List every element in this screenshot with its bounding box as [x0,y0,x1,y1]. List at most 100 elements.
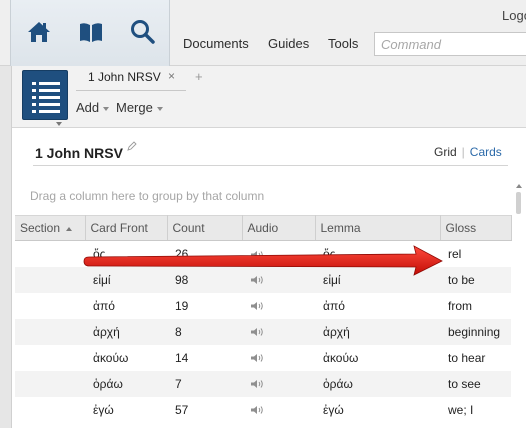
menu-guides[interactable]: Guides [268,36,309,51]
card-front-cell: ἀπό [93,298,115,313]
section-cell [15,370,85,397]
section-cell [15,318,85,345]
speaker-icon[interactable] [250,405,264,415]
section-cell [15,266,85,293]
audio-cell[interactable] [242,293,315,319]
audio-cell[interactable] [242,241,315,267]
column-header-label: Section [20,221,61,235]
menu-tools[interactable]: Tools [328,36,358,51]
tab-1-john-nrsv[interactable]: 1 John NRSV × [76,66,184,90]
speaker-icon[interactable] [250,250,264,260]
sort-ascending-icon [66,226,73,231]
column-header-count[interactable]: Count [167,215,243,241]
card-front-cell: ὁράω [85,370,167,397]
section-cell [15,397,85,423]
chevron-down-icon [156,106,163,111]
count-cell: 8 [167,318,242,345]
column-header-label: Audio [247,221,279,235]
column-header-audio[interactable]: Audio [242,215,316,241]
library-icon[interactable] [77,18,105,46]
grid-view-link[interactable]: Grid [434,145,457,159]
gloss-cell: we; I [448,402,474,417]
list-icon [32,82,60,113]
chevron-down-icon [103,106,110,111]
app-icon-bar [10,0,170,66]
speaker-icon[interactable] [250,379,264,389]
scrollbar-thumb[interactable] [516,192,521,214]
speaker-icon[interactable] [250,353,264,363]
audio-cell[interactable] [242,397,315,423]
table-row[interactable]: ὁράω 7 ὁράω to see [15,370,511,397]
section-cell [15,241,85,267]
document-tab-strip: 1 John NRSV × + Add Merge [12,66,526,128]
app-top-bar: Documents Guides Tools Logo [0,0,526,66]
count-cell: 98 [167,266,242,293]
card-front-cell: ἀκούω [93,350,129,365]
column-header-label: Count [172,221,205,235]
column-header-card-front[interactable]: Card Front [85,215,168,241]
table-body: ὅς 26 ὅς rel εἰμί 98 εἰμί to be ἀπό 19 ἀπό from ἀρχή… [15,241,511,423]
section-cell [15,345,85,371]
search-icon[interactable] [129,18,157,46]
column-header-label: Card Front [90,221,148,235]
column-header-lemma[interactable]: Lemma [315,215,441,241]
add-button[interactable]: Add [76,100,110,115]
lemma-cell: εἰμί [315,266,440,293]
home-icon[interactable] [25,18,53,46]
cards-view-link[interactable]: Cards [470,145,502,159]
title-underline [33,165,508,166]
logo-text: Logo [502,8,526,23]
audio-cell[interactable] [242,370,315,397]
lemma-cell: ἐγώ [323,402,344,417]
count-cell: 14 [175,350,189,365]
lemma-cell: ἀπό [323,298,345,313]
audio-cell[interactable] [242,318,315,345]
tab-underline [76,90,186,91]
table-row[interactable]: ἀρχή 8 ἀρχή beginning [15,318,511,345]
card-front-cell: ὅς [93,246,106,261]
document-title[interactable]: 1 John NRSV [35,145,123,161]
audio-cell[interactable] [242,345,315,371]
table-row[interactable]: ὅς 26 ὅς rel [15,241,511,267]
speaker-icon[interactable] [250,301,264,311]
close-icon[interactable]: × [168,69,175,83]
table-row[interactable]: εἰμί 98 εἰμί to be [15,266,511,293]
menu-documents[interactable]: Documents [183,36,249,51]
column-header-label: Gloss [445,221,477,235]
column-header-gloss[interactable]: Gloss [440,215,512,241]
speaker-icon[interactable] [250,327,264,337]
table-row[interactable]: ἐγώ 57 ἐγώ we; I [15,397,511,423]
tab-title: 1 John NRSV [88,70,161,84]
gloss-cell: to be [440,266,511,293]
left-panel-strip [0,66,12,428]
section-cell [15,293,85,319]
table-row[interactable]: ἀπό 19 ἀπό from [15,293,511,319]
table-row[interactable]: ἀκούω 14 ἀκούω to hear [15,345,511,371]
gloss-cell: beginning [440,318,511,345]
panel-menu-button[interactable] [22,70,68,120]
speaker-icon[interactable] [250,275,264,285]
card-front-cell: ἐγώ [93,402,114,417]
count-cell: 26 [175,246,189,261]
group-by-drop-zone[interactable]: Drag a column here to group by that colu… [30,189,264,203]
document-panel: 1 John NRSV Grid | Cards Drag a column her… [13,128,526,428]
view-separator: | [461,145,465,159]
card-front-cell: ἀρχή [85,318,167,345]
view-toggle: Grid | Cards [434,145,502,159]
gloss-cell: rel [448,246,462,261]
column-header-section[interactable]: Section [15,215,86,241]
table-header-row: Section Card Front Count Audio Lemma Glo… [15,215,512,241]
column-header-label: Lemma [320,221,361,235]
merge-button[interactable]: Merge [116,100,163,115]
panel-menu-caret[interactable] [56,122,62,126]
scroll-up-icon[interactable] [516,184,522,188]
gloss-cell: to see [440,370,511,397]
gloss-cell: from [448,298,472,313]
add-tab-icon[interactable]: + [195,69,203,84]
audio-cell[interactable] [242,266,315,293]
command-input[interactable] [374,32,526,56]
pencil-icon[interactable] [127,141,137,151]
vertical-scrollbar[interactable] [513,184,525,428]
lemma-cell: ἀκούω [323,350,359,365]
count-cell: 57 [175,402,189,417]
